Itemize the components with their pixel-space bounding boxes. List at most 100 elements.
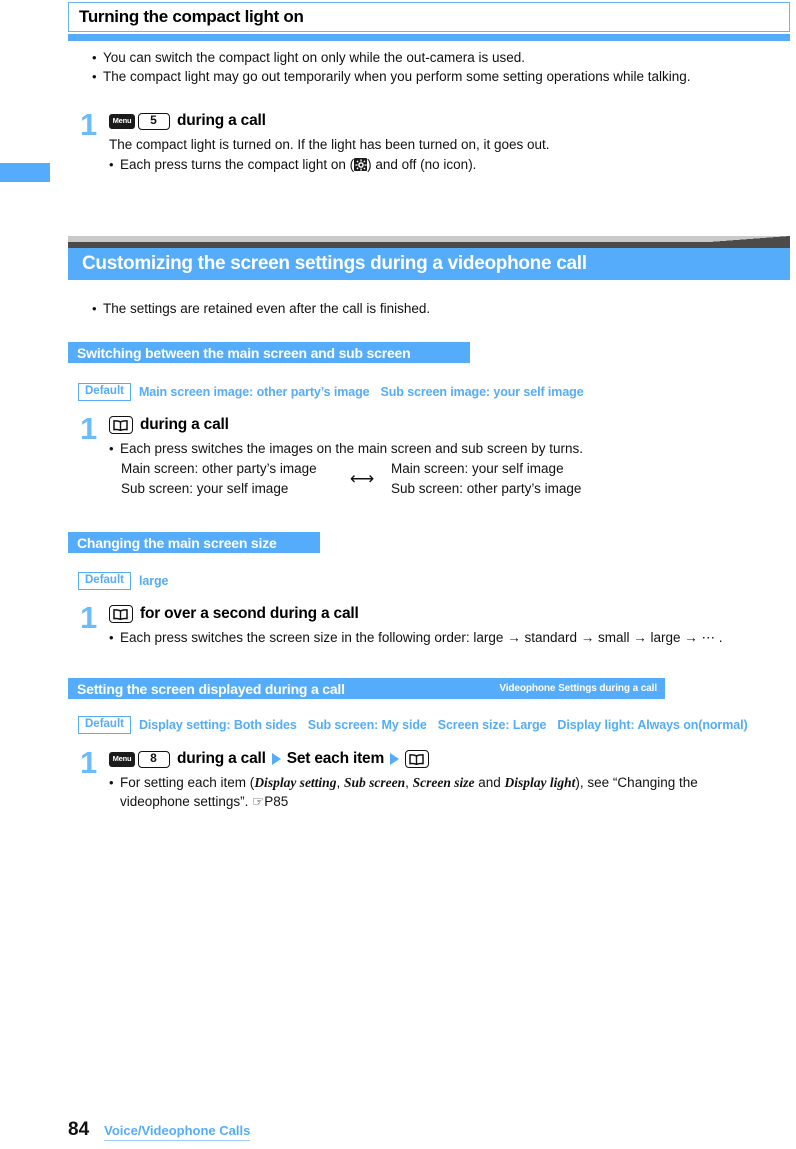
step-number: 1	[80, 107, 98, 142]
footer-section-label: Voice/Videophone Calls	[104, 1123, 251, 1141]
subsection-tag: Videophone Settings during a call	[499, 683, 657, 694]
numeric-key-8-icon: 8	[138, 750, 170, 768]
swap-right-bottom: Sub screen: other party’s image	[391, 481, 582, 496]
page-reference: ☞P85	[252, 794, 289, 809]
swap-table: Main screen: other party’s image ⟷ Main …	[121, 459, 740, 499]
default-value: Display setting: Both sides	[138, 718, 297, 732]
book-key-icon	[109, 605, 133, 623]
step-note: For setting each item (Display setting, …	[120, 773, 770, 811]
step-arrow-icon	[271, 753, 281, 765]
note-sep: and	[474, 775, 505, 790]
step-heading-text-2: Set each item	[286, 750, 385, 767]
banner-note: • The settings are retained even after t…	[92, 299, 430, 318]
banner-gray-dark	[68, 242, 790, 248]
step-switch-screens: 1 during a call • Each press switches th…	[80, 411, 740, 499]
step-note-suffix: ) and off (no icon).	[367, 157, 477, 172]
list-item: • The settings are retained even after t…	[92, 299, 430, 318]
note-part: For setting each item (	[120, 775, 255, 790]
page-edge-tab	[0, 163, 50, 182]
step-note: Each press turns the compact light on ()…	[120, 155, 730, 174]
setting-name: Display setting	[254, 775, 337, 790]
default-value: Main screen image: other party’s image	[138, 385, 370, 399]
step-description: The compact light is turned on. If the l…	[109, 137, 550, 152]
step-heading-text: for over a second during a call	[140, 605, 359, 622]
subsection-header-switching: Switching between the main screen and su…	[68, 342, 470, 363]
step-note-prefix: Each press turns the compact light on (	[120, 157, 355, 172]
note-part: videophone settings”.	[120, 794, 249, 809]
default-chip: Default	[78, 383, 131, 401]
top-section-notes: • You can switch the compact light on on…	[92, 48, 691, 86]
default-value: Display light: Always on(normal)	[557, 718, 748, 732]
default-value: Sub screen: My side	[307, 718, 427, 732]
step-heading: Menu 8 during a call Set each item	[109, 748, 770, 770]
step-setting-screen: 1 Menu 8 during a call Set each item • F…	[80, 745, 770, 811]
bullet-dot-icon: •	[92, 50, 97, 65]
bullet-dot-icon: •	[92, 69, 97, 84]
page-title: Turning the compact light on	[79, 7, 304, 26]
setting-name: Sub screen	[343, 775, 406, 790]
default-value: Sub screen image: your self image	[380, 385, 584, 399]
default-values: Display setting: Both sides Sub screen: M…	[139, 718, 748, 732]
list-item: • You can switch the compact light on on…	[92, 48, 691, 67]
book-key-icon	[405, 750, 430, 768]
swap-right-top: Main screen: your self image	[391, 461, 564, 476]
step-number: 1	[80, 745, 98, 780]
step-number: 1	[80, 411, 98, 446]
step-body: for over a second during a call • Each p…	[109, 603, 760, 647]
note-part: ), see “Changing the	[575, 775, 698, 790]
step-note: Each press switches the screen size in t…	[120, 630, 723, 645]
page-header-box: Turning the compact light on	[68, 2, 790, 32]
bullet-dot-icon: •	[109, 157, 114, 172]
section-banner: Customizing the screen settings during a…	[68, 236, 790, 280]
list-item: • For setting each item (Display setting…	[109, 773, 770, 811]
note-sep: ,	[336, 775, 344, 790]
banner-gray-bar	[68, 236, 790, 248]
note-text: The compact light may go out temporarily…	[103, 69, 691, 84]
step-heading: Menu 5 during a call	[109, 110, 730, 132]
step-heading-text: during a call	[140, 416, 229, 433]
list-item: • The compact light may go out temporari…	[92, 67, 691, 86]
default-row-screen-size: Default large	[78, 572, 168, 590]
setting-name: Display light	[504, 775, 576, 790]
numeric-key-5-icon: 5	[138, 112, 170, 130]
default-chip: Default	[78, 716, 131, 734]
swap-left-bottom: Sub screen: your self image	[121, 481, 289, 496]
subsection-header-setting-screen: Setting the screen displayed during a ca…	[68, 678, 665, 699]
note-text: The settings are retained even after the…	[103, 301, 431, 316]
bullet-dot-icon: •	[109, 441, 114, 456]
banner-title: Customizing the screen settings during a…	[82, 253, 587, 274]
bullet-dot-icon: •	[109, 775, 114, 790]
step-body: during a call • Each press switches the …	[109, 414, 740, 499]
subsection-title: Switching between the main screen and su…	[77, 344, 411, 361]
swap-arrow-icon: ⟷	[349, 469, 375, 488]
bullet-dot-icon: •	[92, 301, 97, 316]
step-note: Each press switches the images on the ma…	[120, 441, 583, 456]
step-change-screen-size: 1 for over a second during a call • Each…	[80, 602, 760, 647]
note-sep: ,	[405, 775, 413, 790]
step-body: Menu 8 during a call Set each item • For…	[109, 748, 770, 811]
list-item: • Each press turns the compact light on …	[109, 155, 730, 174]
page-header-rule	[68, 34, 790, 41]
bullet-dot-icon: •	[109, 630, 114, 645]
page-footer: 84 Voice/Videophone Calls	[68, 1119, 251, 1141]
default-row-setting-screen: Default Display setting: Both sides Sub s…	[78, 716, 748, 734]
page-number: 84	[68, 1119, 90, 1140]
step-arrow-icon	[390, 753, 400, 765]
page-header: Turning the compact light on	[68, 2, 790, 41]
list-item: • Each press switches the images on the …	[109, 439, 740, 458]
note-text: You can switch the compact light on only…	[103, 50, 525, 65]
subsection-header-screen-size: Changing the main screen size	[68, 532, 320, 553]
banner-blue-bar: Customizing the screen settings during a…	[68, 248, 790, 280]
default-row-switching: Default Main screen image: other party’s…	[78, 383, 584, 401]
compact-light-icon	[354, 158, 368, 171]
default-values: Main screen image: other party’s image Su…	[139, 385, 584, 399]
step-heading-text-1: during a call	[177, 750, 266, 767]
menu-key-icon: Menu	[109, 751, 135, 767]
step-heading: during a call	[109, 414, 740, 436]
default-value: Screen size: Large	[437, 718, 547, 732]
step-compact-light: 1 Menu 5 during a call The compact light…	[80, 107, 730, 174]
subsection-title: Setting the screen displayed during a ca…	[77, 680, 345, 697]
step-heading: for over a second during a call	[109, 603, 760, 625]
step-heading-text: during a call	[177, 112, 266, 129]
default-values: large	[139, 574, 168, 588]
